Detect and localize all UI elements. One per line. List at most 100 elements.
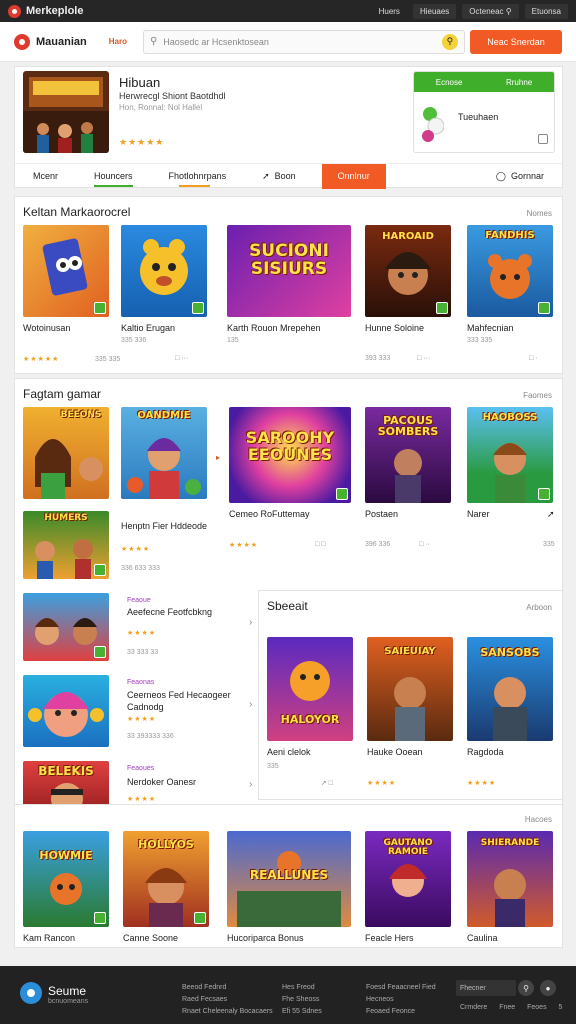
footer-bottom-link[interactable]: 5 [559, 1004, 563, 1011]
game-art-title: SAIEUIAY [384, 646, 436, 658]
game-art-title: SUCIONI SISIURS [249, 241, 329, 280]
chevron-right-icon[interactable]: › [249, 699, 252, 710]
expand-icon[interactable] [538, 134, 548, 144]
tab-3[interactable]: Fhotlohnrpans [151, 164, 245, 189]
game-actions: □ ··· [417, 355, 431, 362]
search-icon[interactable]: ⚲ [518, 980, 534, 996]
footer-link[interactable]: Hecneos [366, 994, 436, 1006]
footer-link[interactable]: Rnaet Cheleenaly Bocacaers [182, 1006, 273, 1018]
footer-link[interactable]: Fhe Sheoss [282, 994, 322, 1006]
game-art[interactable]: BEEONS [23, 407, 109, 499]
rating-stars: ★★★★ [127, 630, 157, 637]
comment-icon: ◯ [495, 170, 506, 181]
tab-5-active[interactable]: Onnlnur [321, 163, 386, 189]
game-art: HAOBOSS [467, 407, 553, 503]
tab-1[interactable]: Mcenr [15, 164, 76, 189]
game-name: Karth Rouon Mrepehen [227, 323, 321, 333]
game-actions: □ ··· [175, 355, 189, 362]
footer-bottom-link[interactable]: Crmdere [460, 1004, 487, 1011]
side-card-icon [422, 107, 444, 142]
marketplace-logo-icon[interactable] [14, 33, 30, 50]
section-3-more-link[interactable]: Arboon [526, 603, 552, 612]
tab-4[interactable]: ➚ Boon [244, 164, 314, 189]
cta-button[interactable]: Neac Snerdan [470, 29, 562, 54]
game-art-title: OANDMIE [137, 409, 191, 421]
nav-link[interactable]: Haro [109, 37, 127, 46]
footer-bottom-link[interactable]: Feoes [527, 1004, 546, 1011]
featured-subtitle: Herwrecgl Shiont Baotdhdl [119, 91, 226, 101]
game-name: Wotoinusan [23, 323, 71, 333]
chevron-right-icon[interactable]: › [249, 779, 252, 790]
footer-column-1: Beeod Fednrd Raed Fecsaes Rnaet Cheleena… [182, 982, 273, 1018]
top-link-2[interactable]: Hieuaes [412, 3, 457, 19]
game-actions: □ □ [315, 541, 326, 548]
download-badge-icon [94, 912, 106, 924]
game-art-title: PACOUS SOMBERS [377, 413, 439, 439]
section-1-more-link[interactable]: Nomes [527, 209, 552, 218]
rating-stars: ★★★★ [121, 546, 151, 553]
featured-thumbnail[interactable] [23, 71, 109, 153]
side-bar-left[interactable]: Ecnose [436, 78, 463, 87]
featured-title[interactable]: Hibuan [119, 75, 160, 90]
section-2-more-link[interactable]: Faomes [523, 391, 552, 400]
game-art: GAUTANO RAMOIE [365, 831, 451, 927]
search-box[interactable]: ⚲ Haosedc ar Hcsenktosean ⚲ [142, 29, 465, 54]
game-name: Ragdoda [467, 747, 504, 757]
game-name: Cemeo RoFuttemay [229, 509, 310, 519]
footer-link[interactable]: Raed Fecsaes [182, 994, 273, 1006]
footer-brand-name[interactable]: Seume [48, 984, 86, 998]
game-art-title: REALLUNES [249, 868, 329, 883]
footer-link[interactable]: Feoaed Feonce [366, 1006, 436, 1018]
side-card-bar: Ecnose Rruhne [414, 72, 554, 92]
list-item-meta: 33 393333 336 [127, 733, 174, 740]
section-2-title: Fagtam gamar [23, 387, 102, 401]
search-icon: ⚲ [505, 6, 512, 16]
search-go-button[interactable]: ⚲ [441, 33, 458, 50]
section-1-title: Keltan Markaorocrel [23, 205, 131, 219]
list-item-name: Nerdoker Oanesr [127, 777, 197, 787]
tab-2[interactable]: Houncers [76, 164, 151, 189]
featured-meta: Hon, Ronnal: Nol Hallel [119, 103, 203, 112]
rating-stars: ★★★★ [229, 542, 259, 549]
top-link-1[interactable]: Huers [372, 4, 407, 19]
brand-logo-icon[interactable] [8, 4, 21, 18]
marketplace-name[interactable]: Mauanian [36, 36, 87, 48]
tab-2-label: Houncers [94, 171, 133, 181]
game-art-title: HOLLYOS [138, 837, 194, 851]
game-art: HALOYOR [267, 637, 353, 741]
chevron-right-icon[interactable]: ▸ [216, 453, 220, 462]
chevron-right-icon[interactable]: › [249, 617, 252, 628]
footer-logo-icon[interactable] [20, 982, 42, 1004]
share-icon[interactable]: ➚ [547, 509, 555, 520]
top-action-button[interactable]: Etuonsa [524, 3, 568, 19]
footer-link[interactable]: Beeod Fednrd [182, 982, 273, 994]
section-more-games: Hacoes HOWMIE Kam Rancon HOLLYOS Canne S… [14, 804, 563, 948]
footer-search-input[interactable]: Fhecner [456, 980, 516, 996]
top-link-3[interactable]: Octeneac ⚲ [462, 3, 519, 19]
settings-icon[interactable]: ● [540, 980, 556, 996]
game-art-title: BEEONS [60, 409, 102, 420]
tab-6[interactable]: ◯ Gornnar [478, 164, 562, 189]
game-meta: 333 335 [467, 337, 493, 344]
download-badge-icon [436, 302, 448, 314]
brand-name[interactable]: Merkeplole [26, 5, 83, 17]
side-card-label: Tueuhaen [458, 112, 499, 122]
featured-rating-stars: ★★★★★ [119, 137, 165, 147]
game-art-title: HAROAID [382, 231, 434, 243]
footer-link[interactable]: Hes Freod [282, 982, 322, 994]
featured-side-card[interactable]: Ecnose Rruhne Tueuhaen [413, 71, 555, 153]
rating-stars: ★★★★ [127, 796, 157, 803]
footer-link[interactable]: Foesd Feaacneel Fied [366, 982, 436, 994]
game-rating: ★★★★ [467, 780, 497, 787]
side-bar-right[interactable]: Rruhne [506, 78, 532, 87]
section-4-more-link[interactable]: Hacoes [525, 815, 552, 824]
footer-bottom-link[interactable]: Fnee [499, 1004, 515, 1011]
tab-3-label: Fhotlohnrpans [168, 171, 227, 181]
search-input[interactable]: Haosedc ar Hcsenktosean [163, 37, 442, 47]
search-icon: ⚲ [149, 36, 158, 47]
footer-link[interactable]: Efi 55 Sdnes [282, 1006, 322, 1018]
game-name: Aeni clelok [267, 747, 311, 757]
game-art-title: FANDHIS [485, 229, 535, 241]
game-actions: □ ·· [419, 541, 430, 548]
game-art[interactable]: OANDMIE [121, 407, 207, 499]
